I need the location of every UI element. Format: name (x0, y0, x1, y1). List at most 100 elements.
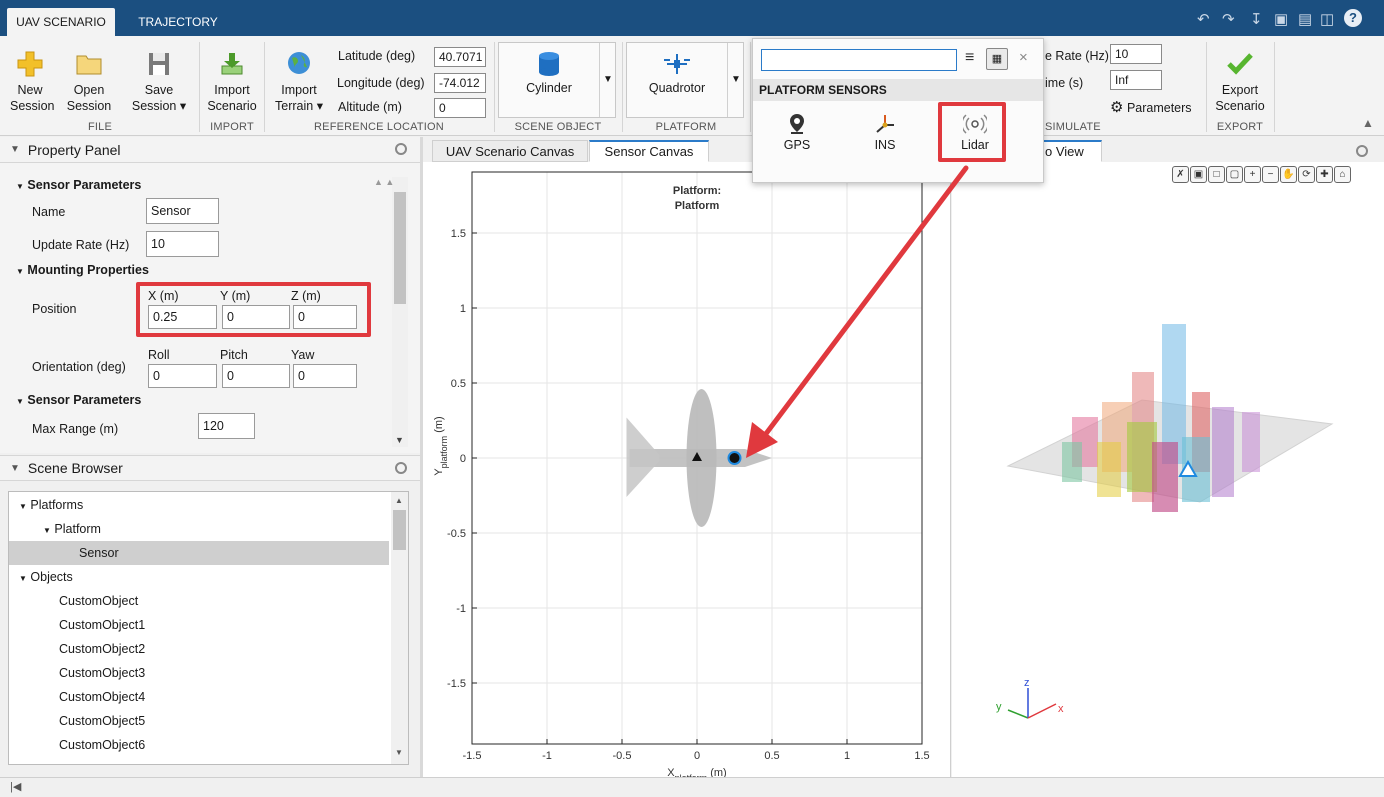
yaw-field[interactable]: 0 (293, 364, 357, 388)
list-item[interactable]: CustomObject3 (59, 661, 145, 685)
x-tick-label: 1 (844, 750, 850, 762)
platform-gallery[interactable]: Quadrotor ▼ (626, 42, 744, 118)
rotate-icon[interactable]: ⟳ (1298, 166, 1315, 183)
tab-3d-view[interactable]: o View (1040, 140, 1102, 162)
scene-object-gallery[interactable]: Cylinder ▼ (498, 42, 616, 118)
import-scenario-button[interactable]: Import Scenario (204, 50, 260, 114)
tab-uav-scenario-canvas[interactable]: UAV Scenario Canvas (432, 140, 588, 162)
property-scrollbar[interactable]: ▼ (392, 177, 408, 447)
highlight-box-lidar (938, 102, 1006, 162)
sensor-item-gps[interactable]: GPS (767, 113, 827, 152)
y-axis-label-unit: (m) (433, 416, 445, 436)
list-item[interactable]: CustomObject1 (59, 613, 145, 637)
globe-icon (288, 52, 310, 74)
cube-side-icon[interactable]: ▢ (1226, 166, 1243, 183)
scene-browser-header: ▼ Scene Browser (0, 455, 420, 481)
tree-node-platform[interactable]: ▼ Platform (43, 517, 101, 541)
tree-node-objects[interactable]: ▼ Objects (19, 565, 73, 589)
sensor-parameters-header[interactable]: ▼ Sensor Parameters (16, 178, 141, 192)
undo-icon[interactable]: ↶ (1197, 10, 1210, 28)
grid-view-icon[interactable]: ▦ (986, 48, 1008, 70)
tree-node-sensor[interactable]: Sensor (9, 541, 389, 565)
scene-browser-scrollbar-thumb[interactable] (393, 510, 406, 550)
tab-uav-scenario[interactable]: UAV SCENARIO (7, 8, 115, 36)
hide-icon[interactable]: ✗ (1172, 166, 1189, 183)
paste-icon[interactable]: ▤ (1298, 10, 1312, 28)
stop-time-field[interactable]: Inf (1110, 70, 1162, 90)
scroll-up-icon[interactable]: ▲ ▲ (374, 177, 394, 187)
sensor-parameters-header-2[interactable]: ▼ Sensor Parameters (16, 393, 141, 407)
open-session-button[interactable]: Open Session (64, 50, 114, 114)
export-label: Export (1221, 83, 1259, 97)
sample-rate-field[interactable]: 10 (1110, 44, 1162, 64)
redo-icon[interactable]: ↷ (1222, 10, 1235, 28)
scroll-down-icon[interactable]: ▼ (395, 748, 403, 757)
platform-sensors-header: PLATFORM SENSORS (753, 79, 1043, 101)
collapse-arrow-icon[interactable]: ▼ (10, 463, 20, 474)
altitude-field[interactable]: 0 (434, 98, 486, 118)
tab-sensor-canvas[interactable]: Sensor Canvas (589, 140, 709, 162)
panel-options-icon[interactable] (395, 143, 407, 155)
toolstrip-ribbon: New Session Open Session Save Session ▾ FIL… (0, 36, 1384, 136)
download-icon[interactable]: ↧ (1250, 10, 1263, 28)
parameters-button[interactable]: ⚙ Parameters (1110, 98, 1192, 116)
home-icon[interactable]: ⌂ (1334, 166, 1351, 183)
zoom-out-icon[interactable]: − (1262, 166, 1279, 183)
scene-browser-scrollbar[interactable]: ▲ ▼ (391, 492, 408, 764)
tree-node-platforms[interactable]: ▼ Platforms (19, 493, 83, 517)
import-arrow-icon (221, 53, 243, 75)
marker-sensor[interactable] (727, 451, 742, 465)
tab-trajectory[interactable]: TRAJECTORY (128, 8, 228, 36)
sensor-item-ins[interactable]: INS (855, 113, 915, 152)
sensor-plot[interactable]: -1.5 -1 -0.5 0 0.5 1 1.5 -1.5 -1 -0.5 0 0.5 1 1.5 Pla… (423, 162, 951, 777)
save-session-button[interactable]: Save Session ▾ (128, 50, 190, 114)
new-label: New (17, 83, 43, 97)
scroll-up-icon[interactable]: ▲ (395, 496, 403, 505)
export-scenario-button[interactable]: Export Scenario (1212, 50, 1268, 114)
cube-view-icon[interactable]: ▣ (1190, 166, 1207, 183)
copy-icon[interactable]: ▣ (1274, 10, 1288, 28)
name-field[interactable]: Sensor (146, 198, 219, 224)
sensor-search-input[interactable] (761, 49, 957, 71)
sensor-item-gps-label: GPS (783, 138, 811, 152)
longitude-field[interactable]: -74.012 (434, 73, 486, 93)
collapse-arrow-icon[interactable]: ▼ (10, 144, 20, 155)
list-view-icon[interactable]: ≡ (965, 49, 974, 67)
help-icon[interactable]: ? (1344, 9, 1362, 27)
max-range-field[interactable]: 120 (198, 413, 255, 439)
update-rate-field[interactable]: 10 (146, 231, 219, 257)
quadrotor-icon (664, 54, 690, 74)
list-item[interactable]: CustomObject4 (59, 685, 145, 709)
property-panel-header: ▼ Property Panel (0, 137, 420, 163)
scene-object-dropdown-icon[interactable]: ▼ (599, 43, 616, 117)
list-item[interactable]: CustomObject (59, 589, 138, 613)
save-icon[interactable]: ◫ (1320, 10, 1334, 28)
roll-field[interactable]: 0 (148, 364, 217, 388)
property-scrollbar-thumb[interactable] (394, 192, 406, 304)
city-scene-render[interactable]: y z x (952, 162, 1384, 777)
zoom-in-icon[interactable]: + (1244, 166, 1261, 183)
import-terrain-button[interactable]: Import Terrain ▾ (268, 50, 330, 114)
pitch-field[interactable]: 0 (222, 364, 290, 388)
ribbon-separator (199, 42, 200, 132)
yaw-label: Yaw (291, 348, 315, 362)
collapse-left-icon[interactable]: |◀ (10, 780, 21, 793)
platform-dropdown-icon[interactable]: ▼ (727, 43, 744, 117)
panel-options-icon[interactable] (1356, 145, 1368, 157)
pan-hand-icon[interactable]: ✋ (1280, 166, 1297, 183)
list-item[interactable]: CustomObject2 (59, 637, 145, 661)
cube-front-icon[interactable]: □ (1208, 166, 1225, 183)
x-axis-label-3d: x (1058, 703, 1064, 715)
mounting-properties-header[interactable]: ▼ Mounting Properties (16, 263, 149, 277)
panel-options-icon[interactable] (395, 462, 407, 474)
collapse-ribbon-icon[interactable]: ▲ (1362, 116, 1374, 130)
export-label-2: Scenario (1215, 99, 1265, 113)
latitude-field[interactable]: 40.7071 (434, 47, 486, 67)
data-tip-icon[interactable]: ✚ (1316, 166, 1333, 183)
close-icon[interactable]: × (1019, 49, 1028, 66)
export-group-label: EXPORT (1216, 121, 1264, 133)
list-item[interactable]: CustomObject5 (59, 709, 145, 733)
list-item[interactable]: CustomObject6 (59, 733, 145, 757)
scroll-down-icon[interactable]: ▼ (395, 435, 404, 445)
new-session-button[interactable]: New Session (10, 50, 54, 114)
